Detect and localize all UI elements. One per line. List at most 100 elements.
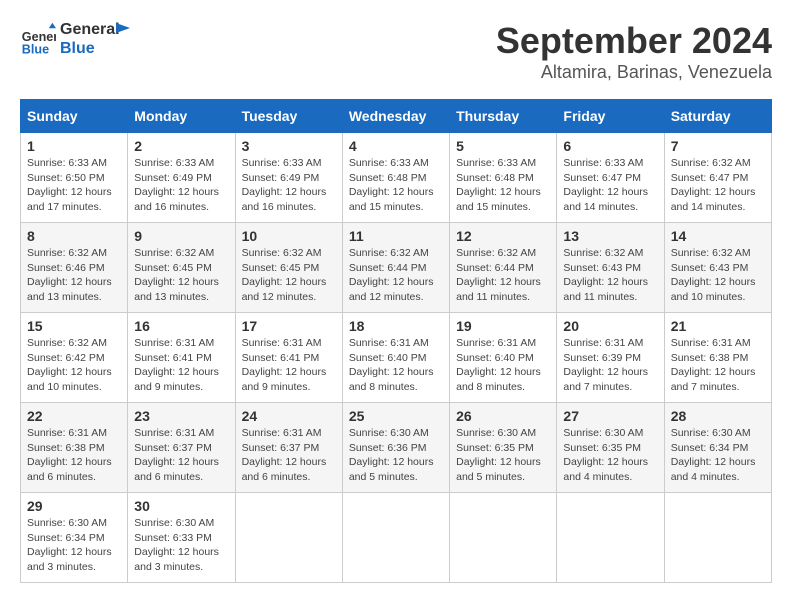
calendar-cell: 23 Sunrise: 6:31 AMSunset: 6:37 PMDaylig… [128, 403, 235, 493]
day-number: 2 [134, 138, 228, 154]
day-number: 23 [134, 408, 228, 424]
week-row-2: 8 Sunrise: 6:32 AMSunset: 6:46 PMDayligh… [21, 223, 772, 313]
calendar-cell: 26 Sunrise: 6:30 AMSunset: 6:35 PMDaylig… [450, 403, 557, 493]
day-info: Sunrise: 6:30 AMSunset: 6:33 PMDaylight:… [134, 517, 219, 573]
day-info: Sunrise: 6:33 AMSunset: 6:48 PMDaylight:… [349, 157, 434, 213]
day-info: Sunrise: 6:31 AMSunset: 6:38 PMDaylight:… [671, 337, 756, 393]
calendar-cell: 6 Sunrise: 6:33 AMSunset: 6:47 PMDayligh… [557, 133, 664, 223]
day-info: Sunrise: 6:30 AMSunset: 6:35 PMDaylight:… [456, 427, 541, 483]
page-header: General Blue General Blue September 2024… [20, 20, 772, 83]
calendar-cell [664, 493, 771, 583]
day-number: 29 [27, 498, 121, 514]
day-info: Sunrise: 6:33 AMSunset: 6:50 PMDaylight:… [27, 157, 112, 213]
calendar-cell [450, 493, 557, 583]
day-number: 16 [134, 318, 228, 334]
calendar-cell: 19 Sunrise: 6:31 AMSunset: 6:40 PMDaylig… [450, 313, 557, 403]
day-number: 6 [563, 138, 657, 154]
day-number: 26 [456, 408, 550, 424]
calendar-cell: 20 Sunrise: 6:31 AMSunset: 6:39 PMDaylig… [557, 313, 664, 403]
day-number: 4 [349, 138, 443, 154]
day-number: 15 [27, 318, 121, 334]
day-number: 18 [349, 318, 443, 334]
week-row-4: 22 Sunrise: 6:31 AMSunset: 6:38 PMDaylig… [21, 403, 772, 493]
day-number: 20 [563, 318, 657, 334]
calendar-cell: 14 Sunrise: 6:32 AMSunset: 6:43 PMDaylig… [664, 223, 771, 313]
week-row-3: 15 Sunrise: 6:32 AMSunset: 6:42 PMDaylig… [21, 313, 772, 403]
day-info: Sunrise: 6:33 AMSunset: 6:49 PMDaylight:… [134, 157, 219, 213]
calendar-cell [557, 493, 664, 583]
calendar-cell: 2 Sunrise: 6:33 AMSunset: 6:49 PMDayligh… [128, 133, 235, 223]
day-number: 5 [456, 138, 550, 154]
calendar-cell: 10 Sunrise: 6:32 AMSunset: 6:45 PMDaylig… [235, 223, 342, 313]
day-info: Sunrise: 6:30 AMSunset: 6:35 PMDaylight:… [563, 427, 648, 483]
calendar-cell: 4 Sunrise: 6:33 AMSunset: 6:48 PMDayligh… [342, 133, 449, 223]
calendar-cell: 21 Sunrise: 6:31 AMSunset: 6:38 PMDaylig… [664, 313, 771, 403]
month-title: September 2024 [496, 20, 772, 62]
day-info: Sunrise: 6:32 AMSunset: 6:44 PMDaylight:… [349, 247, 434, 303]
week-row-5: 29 Sunrise: 6:30 AMSunset: 6:34 PMDaylig… [21, 493, 772, 583]
week-row-1: 1 Sunrise: 6:33 AMSunset: 6:50 PMDayligh… [21, 133, 772, 223]
day-info: Sunrise: 6:32 AMSunset: 6:46 PMDaylight:… [27, 247, 112, 303]
calendar-table: SundayMondayTuesdayWednesdayThursdayFrid… [20, 99, 772, 583]
logo: General Blue General Blue [20, 20, 136, 58]
calendar-cell: 1 Sunrise: 6:33 AMSunset: 6:50 PMDayligh… [21, 133, 128, 223]
day-number: 8 [27, 228, 121, 244]
calendar-cell: 8 Sunrise: 6:32 AMSunset: 6:46 PMDayligh… [21, 223, 128, 313]
day-info: Sunrise: 6:31 AMSunset: 6:41 PMDaylight:… [242, 337, 327, 393]
calendar-cell [235, 493, 342, 583]
calendar-cell: 12 Sunrise: 6:32 AMSunset: 6:44 PMDaylig… [450, 223, 557, 313]
day-info: Sunrise: 6:32 AMSunset: 6:44 PMDaylight:… [456, 247, 541, 303]
logo-blue: Blue [60, 40, 95, 57]
calendar-cell: 29 Sunrise: 6:30 AMSunset: 6:34 PMDaylig… [21, 493, 128, 583]
weekday-header-sunday: Sunday [21, 100, 128, 133]
calendar-cell: 11 Sunrise: 6:32 AMSunset: 6:44 PMDaylig… [342, 223, 449, 313]
day-info: Sunrise: 6:31 AMSunset: 6:37 PMDaylight:… [134, 427, 219, 483]
day-info: Sunrise: 6:30 AMSunset: 6:34 PMDaylight:… [671, 427, 756, 483]
calendar-cell: 7 Sunrise: 6:32 AMSunset: 6:47 PMDayligh… [664, 133, 771, 223]
day-number: 12 [456, 228, 550, 244]
title-area: September 2024 Altamira, Barinas, Venezu… [496, 20, 772, 83]
calendar-cell: 25 Sunrise: 6:30 AMSunset: 6:36 PMDaylig… [342, 403, 449, 493]
day-number: 9 [134, 228, 228, 244]
day-number: 30 [134, 498, 228, 514]
calendar-cell [342, 493, 449, 583]
calendar-cell: 18 Sunrise: 6:31 AMSunset: 6:40 PMDaylig… [342, 313, 449, 403]
day-number: 22 [27, 408, 121, 424]
weekday-header-thursday: Thursday [450, 100, 557, 133]
day-info: Sunrise: 6:32 AMSunset: 6:42 PMDaylight:… [27, 337, 112, 393]
day-info: Sunrise: 6:33 AMSunset: 6:48 PMDaylight:… [456, 157, 541, 213]
location-title: Altamira, Barinas, Venezuela [496, 62, 772, 83]
weekday-header-tuesday: Tuesday [235, 100, 342, 133]
day-number: 14 [671, 228, 765, 244]
day-info: Sunrise: 6:33 AMSunset: 6:49 PMDaylight:… [242, 157, 327, 213]
day-number: 1 [27, 138, 121, 154]
calendar-cell: 16 Sunrise: 6:31 AMSunset: 6:41 PMDaylig… [128, 313, 235, 403]
day-info: Sunrise: 6:31 AMSunset: 6:40 PMDaylight:… [349, 337, 434, 393]
calendar-cell: 28 Sunrise: 6:30 AMSunset: 6:34 PMDaylig… [664, 403, 771, 493]
day-info: Sunrise: 6:32 AMSunset: 6:45 PMDaylight:… [242, 247, 327, 303]
day-info: Sunrise: 6:33 AMSunset: 6:47 PMDaylight:… [563, 157, 648, 213]
calendar-cell: 3 Sunrise: 6:33 AMSunset: 6:49 PMDayligh… [235, 133, 342, 223]
day-number: 19 [456, 318, 550, 334]
weekday-header-monday: Monday [128, 100, 235, 133]
logo-flag-icon [116, 23, 136, 43]
day-number: 10 [242, 228, 336, 244]
day-number: 17 [242, 318, 336, 334]
calendar-cell: 22 Sunrise: 6:31 AMSunset: 6:38 PMDaylig… [21, 403, 128, 493]
calendar-cell: 5 Sunrise: 6:33 AMSunset: 6:48 PMDayligh… [450, 133, 557, 223]
day-info: Sunrise: 6:31 AMSunset: 6:41 PMDaylight:… [134, 337, 219, 393]
day-info: Sunrise: 6:32 AMSunset: 6:43 PMDaylight:… [671, 247, 756, 303]
logo-general: General [60, 21, 120, 38]
calendar-cell: 13 Sunrise: 6:32 AMSunset: 6:43 PMDaylig… [557, 223, 664, 313]
calendar-cell: 30 Sunrise: 6:30 AMSunset: 6:33 PMDaylig… [128, 493, 235, 583]
day-info: Sunrise: 6:31 AMSunset: 6:40 PMDaylight:… [456, 337, 541, 393]
day-number: 3 [242, 138, 336, 154]
day-info: Sunrise: 6:32 AMSunset: 6:45 PMDaylight:… [134, 247, 219, 303]
day-info: Sunrise: 6:30 AMSunset: 6:34 PMDaylight:… [27, 517, 112, 573]
calendar-cell: 17 Sunrise: 6:31 AMSunset: 6:41 PMDaylig… [235, 313, 342, 403]
day-number: 25 [349, 408, 443, 424]
day-number: 7 [671, 138, 765, 154]
day-number: 13 [563, 228, 657, 244]
weekday-header-saturday: Saturday [664, 100, 771, 133]
day-info: Sunrise: 6:31 AMSunset: 6:39 PMDaylight:… [563, 337, 648, 393]
